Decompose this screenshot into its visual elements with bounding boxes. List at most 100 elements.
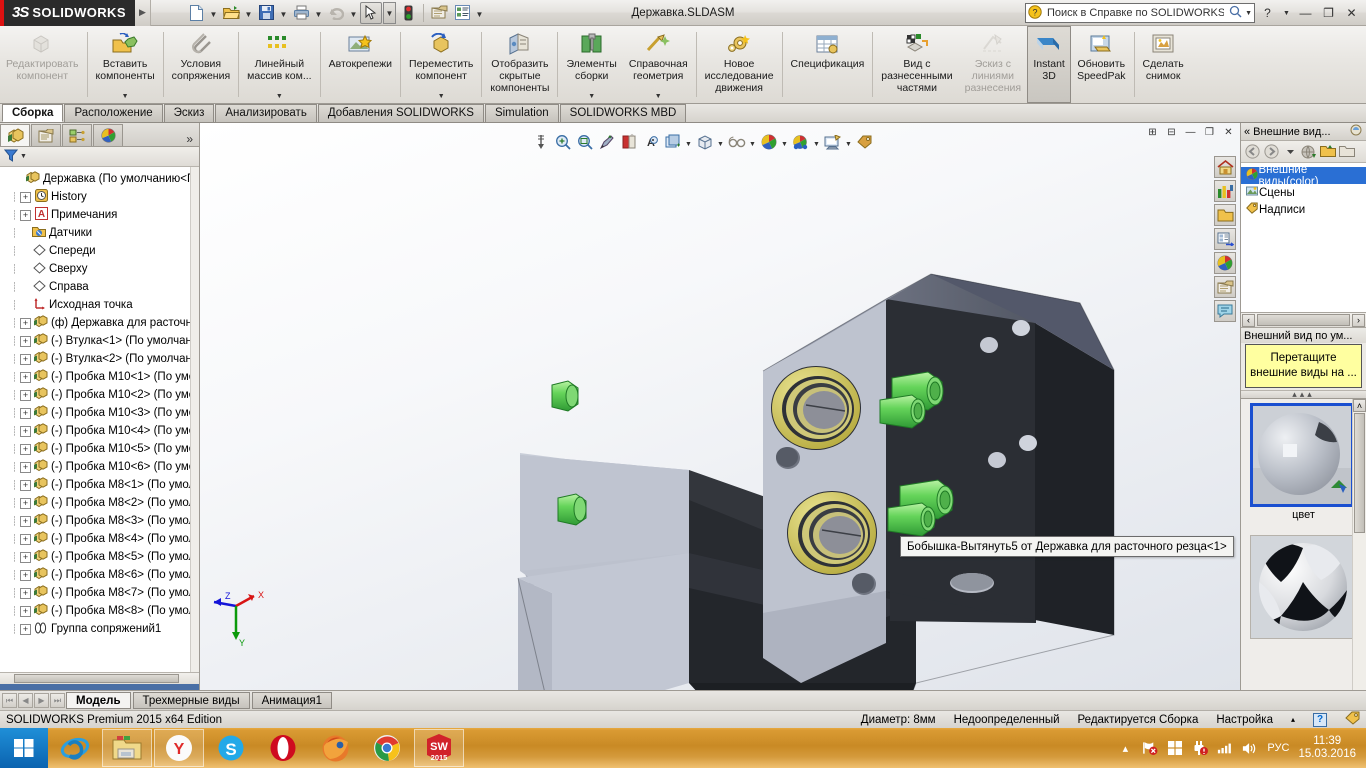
taskbar-file-explorer[interactable] bbox=[102, 729, 152, 767]
ribbon-button-7[interactable]: Отобразить скрытые компоненты bbox=[484, 26, 555, 103]
ribbon-dropdown-icon-4[interactable]: ▼ bbox=[276, 93, 283, 102]
help-search-input[interactable] bbox=[1045, 6, 1227, 20]
history-dropdown-icon[interactable] bbox=[1281, 143, 1299, 161]
appearance-list-item-3[interactable]: Надписи bbox=[1241, 201, 1366, 218]
signal-strength-icon[interactable] bbox=[1217, 740, 1233, 756]
tree-node-23[interactable]: ┊ + (-) Пробка М8<6> (По умол bbox=[0, 566, 199, 584]
help-dropdown-icon[interactable]: ▼ bbox=[1280, 3, 1293, 23]
task-pane-header[interactable]: « Внешние вид... bbox=[1241, 123, 1366, 141]
gallery-scroll-up-icon[interactable]: ˄ bbox=[1353, 399, 1366, 412]
restore-button[interactable]: ❐ bbox=[1318, 3, 1339, 23]
doc-tab-2[interactable]: Трехмерные виды bbox=[132, 692, 250, 709]
volume-icon[interactable] bbox=[1242, 740, 1258, 756]
configuration-manager-tab[interactable] bbox=[62, 124, 92, 146]
tree-node-26[interactable]: ┊ + Группа сопряжений1 bbox=[0, 620, 199, 638]
doc-tab-nav-3[interactable]: ▶ bbox=[34, 693, 49, 708]
menu-expand-arrow-icon[interactable]: ▶ bbox=[135, 0, 151, 26]
appearances-list-scrollbar[interactable]: ‹ › bbox=[1241, 313, 1366, 328]
panel-grip[interactable]: ▴▴▴ bbox=[1241, 389, 1366, 399]
network-error-icon[interactable] bbox=[1142, 740, 1158, 756]
rebuild-button[interactable] bbox=[397, 2, 419, 24]
save-document-dropdown-icon[interactable]: ▼ bbox=[278, 2, 289, 24]
tab-1[interactable]: Сборка bbox=[2, 104, 64, 122]
ribbon-dropdown-icon-6[interactable]: ▼ bbox=[438, 93, 445, 102]
ribbon-button-12[interactable]: Вид с разнесенными частями bbox=[875, 26, 958, 103]
design-library-icon[interactable] bbox=[1214, 180, 1236, 202]
feature-tree[interactable]: Державка (По умолчанию<По ┊ + History ┊ + A При… bbox=[0, 167, 199, 672]
new-folder-icon[interactable] bbox=[1338, 143, 1356, 161]
taskbar-chrome[interactable] bbox=[362, 729, 412, 767]
show-hidden-icons[interactable]: ▴ bbox=[1117, 740, 1133, 756]
home-icon[interactable] bbox=[1214, 156, 1236, 178]
tree-node-1[interactable]: Державка (По умолчанию<По bbox=[0, 170, 199, 188]
undo-dropdown-icon[interactable]: ▼ bbox=[348, 2, 359, 24]
tree-node-15[interactable]: ┊ + (-) Пробка М10<4> (По умол bbox=[0, 422, 199, 440]
tree-node-24[interactable]: ┊ + (-) Пробка М8<7> (По умол bbox=[0, 584, 199, 602]
scroll-left-icon[interactable]: ‹ bbox=[1242, 313, 1255, 327]
tree-node-10[interactable]: ┊ + (-) Втулка<1> (По умолчани bbox=[0, 332, 199, 350]
status-help-icon[interactable]: ? bbox=[1313, 712, 1327, 727]
gallery-item-color[interactable]: цвет bbox=[1249, 403, 1358, 521]
tree-expand-icon[interactable]: + bbox=[20, 605, 31, 617]
status-tag-icon[interactable] bbox=[1345, 711, 1360, 728]
custom-properties-icon[interactable] bbox=[1214, 276, 1236, 298]
tab-2[interactable]: Расположение bbox=[64, 104, 163, 122]
new-document-dropdown-icon[interactable]: ▼ bbox=[208, 2, 219, 24]
file-explorer-icon[interactable] bbox=[1214, 204, 1236, 226]
tree-node-17[interactable]: ┊ + (-) Пробка М10<6> (По умол bbox=[0, 458, 199, 476]
ribbon-button-14[interactable]: Instant 3D bbox=[1027, 26, 1072, 103]
tree-vertical-scrollbar[interactable] bbox=[190, 167, 199, 672]
assembly-3d-model[interactable] bbox=[200, 123, 1240, 690]
tree-node-20[interactable]: ┊ + (-) Пробка М8<3> (По умол bbox=[0, 512, 199, 530]
tree-expand-icon[interactable]: + bbox=[20, 569, 31, 581]
select-tool-button[interactable] bbox=[360, 1, 382, 24]
tree-node-2[interactable]: ┊ + History bbox=[0, 188, 199, 206]
panel-more-button[interactable]: » bbox=[186, 132, 199, 146]
tab-3[interactable]: Эскиз bbox=[163, 104, 215, 122]
ribbon-button-15[interactable]: Обновить SpeedPak bbox=[1071, 26, 1131, 103]
new-document-button[interactable] bbox=[185, 2, 207, 24]
tree-expand-icon[interactable]: + bbox=[20, 209, 31, 221]
scroll-right-icon[interactable]: › bbox=[1352, 313, 1365, 327]
tree-node-12[interactable]: ┊ + (-) Пробка М10<1> (По умол bbox=[0, 368, 199, 386]
status-settings-button[interactable]: Настройка bbox=[1216, 714, 1273, 726]
tree-node-16[interactable]: ┊ + (-) Пробка М10<5> (По умол bbox=[0, 440, 199, 458]
tree-expand-icon[interactable]: + bbox=[20, 551, 31, 563]
tree-node-25[interactable]: ┊ + (-) Пробка М8<8> (По умол bbox=[0, 602, 199, 620]
ribbon-dropdown-icon-2[interactable]: ▼ bbox=[122, 93, 129, 102]
taskbar-opera[interactable] bbox=[258, 729, 308, 767]
home-folder-icon[interactable] bbox=[1300, 143, 1318, 161]
properties-button[interactable] bbox=[451, 2, 473, 24]
search-magnifier-icon[interactable] bbox=[1229, 5, 1242, 21]
doc-tab-nav-2[interactable]: ◀ bbox=[18, 693, 33, 708]
tray-clock[interactable]: 11:39 15.03.2016 bbox=[1298, 735, 1360, 761]
view-palette-icon[interactable] bbox=[1214, 228, 1236, 250]
open-document-button[interactable] bbox=[220, 2, 242, 24]
tree-horizontal-scrollbar[interactable] bbox=[0, 672, 199, 684]
tree-node-19[interactable]: ┊ + (-) Пробка М8<2> (По умол bbox=[0, 494, 199, 512]
minimize-button[interactable]: — bbox=[1295, 3, 1316, 23]
ribbon-button-10[interactable]: Новое исследование движения bbox=[699, 26, 780, 103]
tree-node-9[interactable]: ┊ + (ф) Державка для расточног bbox=[0, 314, 199, 332]
tab-7[interactable]: SOLIDWORKS MBD bbox=[559, 104, 687, 122]
graphics-viewport[interactable]: ⊞ ⊟ — ❐ ✕ A ▼ ▼ ▼ ▼ ▼ ▼ Z X Y Бобышка-Вы… bbox=[200, 123, 1240, 690]
tab-6[interactable]: Simulation bbox=[484, 104, 559, 122]
tab-5[interactable]: Добавления SOLIDWORKS bbox=[317, 104, 484, 122]
tree-expand-icon[interactable]: + bbox=[20, 389, 31, 401]
taskbar-internet-explorer[interactable] bbox=[50, 729, 100, 767]
tree-expand-icon[interactable]: + bbox=[20, 317, 31, 329]
tree-expand-icon[interactable]: + bbox=[20, 623, 31, 635]
tree-node-7[interactable]: ┊ Справа bbox=[0, 278, 199, 296]
tree-expand-icon[interactable]: + bbox=[20, 425, 31, 437]
ribbon-button-16[interactable]: Сделать снимок bbox=[1137, 26, 1190, 103]
tree-node-11[interactable]: ┊ + (-) Втулка<2> (По умолчани bbox=[0, 350, 199, 368]
tree-expand-icon[interactable]: + bbox=[20, 371, 31, 383]
appearances-pin-icon[interactable] bbox=[1350, 124, 1366, 140]
status-caret-icon[interactable]: ▴ bbox=[1291, 715, 1295, 724]
feature-manager-tab[interactable] bbox=[0, 124, 30, 146]
appearances-list[interactable]: Внешние виды(color) Сцены Надписи bbox=[1241, 163, 1366, 313]
filter-dropdown-icon[interactable]: ▼ bbox=[20, 153, 27, 160]
ribbon-button-11[interactable]: Спецификация bbox=[785, 26, 871, 103]
open-folder-icon[interactable] bbox=[1319, 143, 1337, 161]
tree-expand-icon[interactable]: + bbox=[20, 587, 31, 599]
